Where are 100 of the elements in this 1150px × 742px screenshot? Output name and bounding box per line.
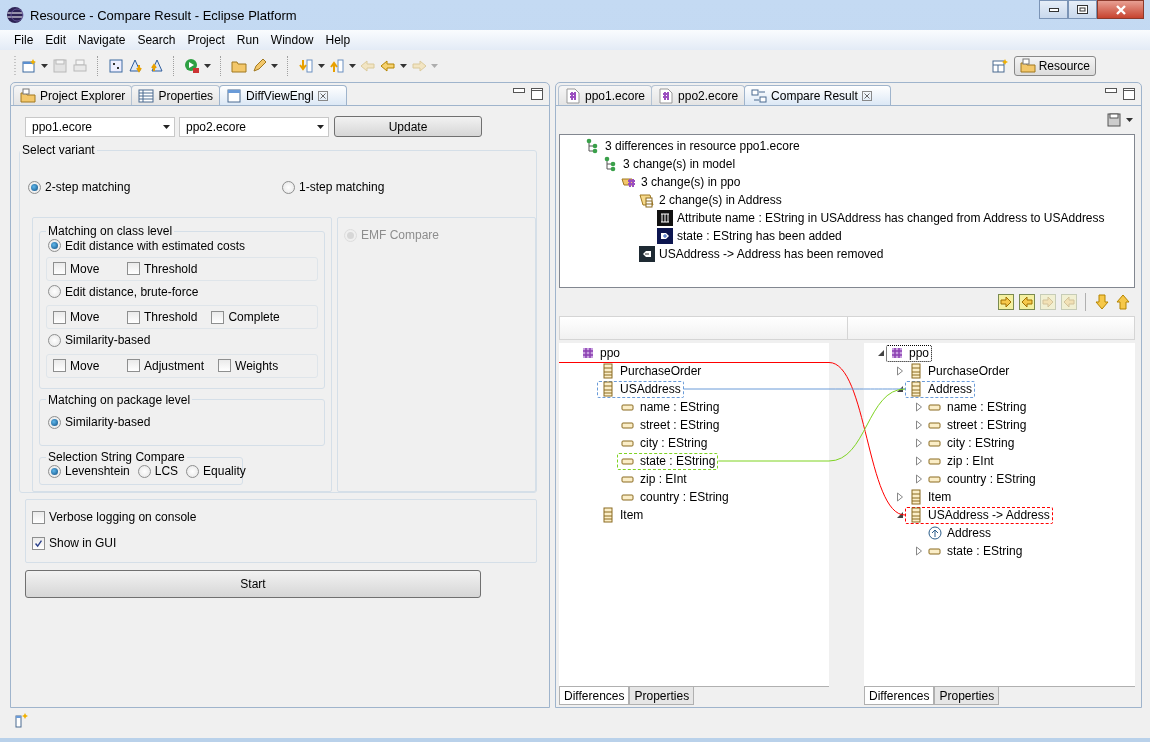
close-button[interactable]	[1097, 0, 1144, 19]
view-tab[interactable]: ppo2.ecore	[651, 85, 746, 105]
tree-item[interactable]: 3 change(s) in ppo	[618, 173, 744, 191]
checkbox[interactable]	[53, 310, 66, 324]
tree-item[interactable]: USAddress -> Address has been removed	[636, 245, 887, 263]
radio-button[interactable]	[137, 464, 151, 478]
tree-item[interactable]: Item	[905, 488, 955, 506]
maximize-button[interactable]	[1068, 0, 1097, 19]
start-button[interactable]: Start	[25, 570, 481, 598]
tree-item[interactable]: 2 change(s) in Address	[636, 191, 785, 209]
open-perspective-icon[interactable]	[991, 58, 1008, 74]
expand-arrow-icon[interactable]	[914, 402, 924, 412]
caret-icon[interactable]	[271, 64, 278, 68]
dropdown[interactable]: ppo1.ecore	[25, 116, 175, 137]
arrow-up-icon[interactable]	[1115, 294, 1131, 310]
view-tab[interactable]: Properties	[131, 85, 221, 105]
run-icon[interactable]	[184, 58, 200, 74]
table-icon[interactable]	[108, 58, 124, 74]
checkbox[interactable]	[53, 359, 66, 372]
triangle-arrow-up-icon[interactable]	[148, 58, 164, 74]
expand-arrow-icon[interactable]	[914, 456, 924, 466]
expand-arrow-icon[interactable]	[895, 366, 905, 376]
menu-item[interactable]: Help	[319, 33, 357, 47]
tree-item[interactable]: street : EString	[617, 416, 723, 434]
radio-button[interactable]	[48, 285, 61, 298]
checkbox[interactable]	[127, 262, 140, 275]
tree-item[interactable]: PurchaseOrder	[597, 362, 705, 380]
collapse-arrow-icon[interactable]	[895, 384, 905, 394]
tree-item[interactable]: Address	[905, 380, 976, 398]
copy-left-icon[interactable]	[1019, 294, 1035, 310]
checkbox[interactable]	[32, 536, 45, 550]
tab[interactable]: Properties	[629, 687, 695, 705]
tree-item[interactable]: country : EString	[617, 488, 732, 506]
radio-button[interactable]	[28, 180, 41, 194]
view-tab[interactable]: Compare Result	[744, 85, 891, 105]
menu-item[interactable]: Window	[264, 33, 320, 47]
minimize-icon[interactable]	[513, 88, 525, 94]
expand-arrow-icon[interactable]	[914, 474, 924, 484]
tree-item[interactable]: city : EString	[924, 434, 1018, 452]
radio-button[interactable]	[48, 464, 61, 478]
checkbox[interactable]	[32, 510, 45, 524]
tree-item[interactable]: state : EString	[617, 452, 719, 470]
radio-button[interactable]	[48, 239, 61, 252]
caret-icon[interactable]	[349, 64, 356, 68]
tree-item[interactable]: Address	[924, 524, 995, 542]
maximize-icon[interactable]	[1123, 88, 1135, 100]
checkbox[interactable]	[127, 310, 140, 324]
minimize-button[interactable]	[1039, 0, 1068, 19]
tree-item[interactable]: city : EString	[617, 434, 711, 452]
expand-arrow-icon[interactable]	[914, 420, 924, 430]
tree-item[interactable]: ppo	[577, 344, 624, 362]
tree-item[interactable]: country : EString	[924, 470, 1039, 488]
caret-icon[interactable]	[204, 64, 211, 68]
dropdown[interactable]: ppo2.ecore	[179, 116, 329, 137]
tree-item[interactable]: state : EString has been added	[654, 227, 845, 245]
expand-arrow-icon[interactable]	[914, 546, 924, 556]
caret-icon[interactable]	[400, 64, 407, 68]
caret-icon[interactable]	[41, 64, 48, 68]
menu-item[interactable]: Search	[131, 33, 182, 47]
tab[interactable]: Differences	[864, 687, 935, 705]
caret-icon[interactable]	[318, 64, 325, 68]
tree-item[interactable]: name : EString	[617, 398, 723, 416]
radio-button[interactable]	[282, 180, 295, 194]
menu-item[interactable]: Run	[230, 33, 265, 47]
maximize-icon[interactable]	[531, 88, 543, 100]
caret-icon[interactable]	[1126, 118, 1133, 122]
tree-item[interactable]: 3 differences in resource ppo1.ecore	[582, 137, 803, 155]
menu-item[interactable]: Project	[181, 33, 231, 47]
minimize-icon[interactable]	[1105, 88, 1117, 94]
radio-button[interactable]	[48, 333, 61, 347]
tree-item[interactable]: state : EString	[924, 542, 1026, 560]
update-button[interactable]: Update	[334, 116, 482, 137]
fast-view-icon[interactable]	[14, 712, 30, 728]
view-tab[interactable]: ppo1.ecore	[558, 85, 653, 105]
collapse-arrow-icon[interactable]	[876, 348, 886, 358]
menu-item[interactable]: Edit	[39, 33, 73, 47]
tree-item[interactable]: zip : EInt	[924, 452, 997, 470]
radio-button[interactable]	[48, 415, 61, 429]
menu-item[interactable]: File	[8, 33, 40, 47]
save-icon[interactable]	[1106, 112, 1122, 128]
menu-item[interactable]: Navigate	[72, 33, 132, 47]
checkbox[interactable]	[53, 262, 66, 275]
triangle-arrow-down-icon[interactable]	[128, 58, 144, 74]
tree-item[interactable]: name : EString	[924, 398, 1030, 416]
tree-item[interactable]: Item	[597, 506, 647, 524]
tree-item[interactable]: USAddress -> Address	[905, 506, 1053, 524]
tree-item[interactable]: PurchaseOrder	[905, 362, 1013, 380]
expand-arrow-icon[interactable]	[914, 438, 924, 448]
close-icon[interactable]	[317, 90, 328, 101]
tab[interactable]: Differences	[559, 687, 630, 705]
expand-arrow-icon[interactable]	[895, 492, 905, 502]
tree-item[interactable]: zip : EInt	[617, 470, 690, 488]
arrow-down-icon[interactable]	[1094, 294, 1110, 310]
view-tab[interactable]: DiffViewEngl	[219, 85, 347, 105]
tree-item[interactable]: Attribute name : EString in USAddress has changed from Address to USAddress	[654, 209, 1108, 227]
collapse-arrow-icon[interactable]	[895, 510, 905, 520]
tree-item[interactable]: street : EString	[924, 416, 1030, 434]
copy-right-icon[interactable]	[998, 294, 1014, 310]
pencil-icon[interactable]	[251, 58, 267, 74]
view-tab[interactable]: Project Explorer	[13, 85, 133, 105]
